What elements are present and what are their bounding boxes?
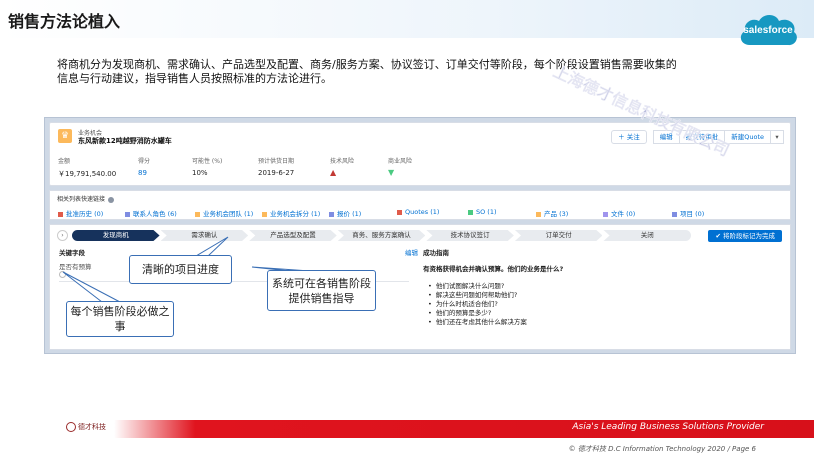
related-link[interactable]: SO (1)	[468, 208, 497, 216]
guidance-question: 有资格获得机会并确认预算。他们的业务是什么?	[423, 265, 564, 273]
edit-link[interactable]: 编辑	[405, 247, 418, 257]
list-item: 他们的预算是多少?	[428, 309, 527, 318]
stage-discover[interactable]: 发现商机	[72, 230, 160, 241]
list-icon	[125, 211, 130, 217]
field-business-risk: 商业风险 ▼	[388, 156, 458, 177]
crown-icon: ♛	[58, 129, 72, 143]
key-fields-title: 关键字段	[59, 249, 85, 257]
stage-path: 发现商机 需求确认 产品选型及配置 商务、服务方案确认 技术协议签订 订单交付 …	[72, 230, 692, 241]
footer-copyright: © 德才科技 D.C Information Technology 2020 /…	[568, 445, 756, 453]
related-quick-links: 相关列表快速链接 批准历史 (0) 联系人角色 (6) 业务机会团队 (1) 业…	[49, 190, 791, 220]
stage-tech-agreement[interactable]: 技术协议签订	[426, 230, 514, 241]
list-item: 解决这些问题如何帮助他们?	[428, 291, 527, 300]
mark-stage-complete-button[interactable]: ✔ 将阶段标记为完成	[708, 230, 782, 242]
guidance-title: 成功指南	[423, 249, 449, 257]
key-field-label: 是否有预算	[59, 263, 92, 271]
stage-order-delivery[interactable]: 订单交付	[514, 230, 603, 241]
collapse-chevron-icon[interactable]: ›	[57, 230, 68, 241]
list-icon	[672, 211, 677, 217]
list-icon	[397, 209, 402, 215]
list-icon	[536, 211, 541, 217]
related-link[interactable]: Quotes (1)	[397, 208, 439, 216]
list-item: 为什么时机适合他们?	[428, 300, 527, 309]
more-actions-chevron-icon[interactable]: ▾	[770, 130, 784, 144]
related-link[interactable]: 批准历史 (0)	[58, 208, 103, 218]
record-name: 东风新款12吨越野消防水罐车	[78, 137, 172, 145]
stage-product-selection[interactable]: 产品选型及配置	[249, 230, 337, 241]
related-link[interactable]: 业务机会拆分 (1)	[262, 208, 320, 218]
footer-logo: 德才科技	[66, 422, 106, 432]
footer-tagline: Asia's Leading Business Solutions Provid…	[572, 422, 764, 432]
related-title: 相关列表快速链接	[57, 194, 115, 203]
follow-button[interactable]: ＋ 关注	[611, 130, 647, 144]
stage-needs-confirm[interactable]: 需求确认	[160, 230, 249, 241]
callout-progress: 清晰的项目进度	[129, 255, 232, 284]
field-amount: 金额 ￥19,791,540.00	[58, 158, 117, 178]
related-link[interactable]: 项目 (0)	[672, 208, 704, 218]
list-icon	[262, 211, 267, 217]
info-icon	[108, 196, 115, 203]
down-arrow-icon: ▼	[388, 168, 395, 177]
related-link[interactable]: 业务机会团队 (1)	[195, 208, 253, 218]
related-link[interactable]: 文件 (0)	[603, 208, 635, 218]
title-band	[0, 0, 814, 38]
callout-guidance: 系统可在各销售阶段提供销售指导	[267, 270, 376, 311]
field-delivery-date: 预计供货日期 2019-6-27	[258, 158, 295, 177]
seal-icon	[66, 422, 76, 432]
list-icon	[468, 209, 473, 215]
list-item: 他们还在考虑其他什么解决方案	[428, 318, 527, 327]
guidance-list: 他们试图解决什么问题? 解决这些问题如何帮助他们? 为什么时机适合他们? 他们的…	[428, 282, 527, 327]
list-icon	[603, 211, 608, 217]
field-probability: 可能性 (%) 10%	[192, 158, 223, 177]
slide-title: 销售方法论植入	[8, 12, 121, 31]
list-item: 他们试图解决什么问题?	[428, 282, 527, 291]
budget-checkbox[interactable]	[59, 271, 66, 278]
stage-closed[interactable]: 关闭	[603, 230, 692, 241]
list-icon	[195, 211, 200, 217]
related-link[interactable]: 产品 (3)	[536, 208, 568, 218]
callout-stage-actions: 每个销售阶段必做之事	[66, 301, 174, 337]
list-icon	[329, 211, 334, 217]
brand-text: salesforce	[743, 25, 793, 36]
salesforce-logo: salesforce	[736, 11, 800, 53]
related-link[interactable]: 报价 (1)	[329, 208, 361, 218]
stage-business-plan[interactable]: 商务、服务方案确认	[337, 230, 426, 241]
related-link[interactable]: 联系人角色 (6)	[125, 208, 177, 218]
list-icon	[58, 211, 63, 217]
